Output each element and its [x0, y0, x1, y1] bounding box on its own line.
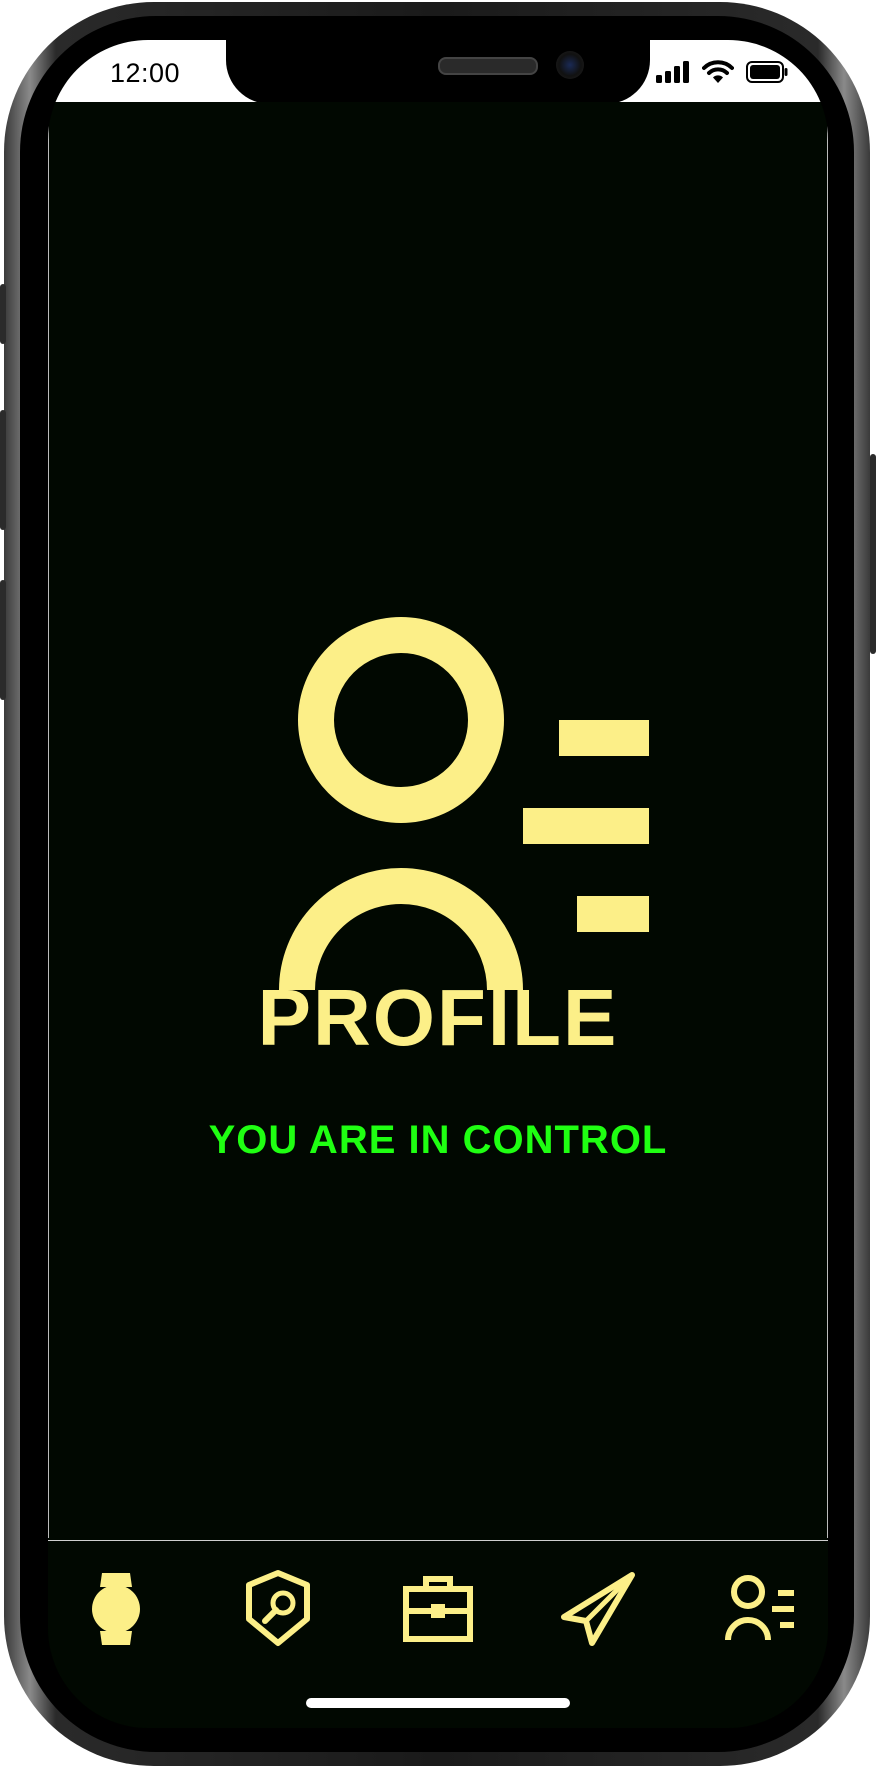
- paper-plane-icon: [561, 1572, 635, 1646]
- briefcase-icon: [403, 1576, 473, 1642]
- mute-switch: [0, 284, 6, 344]
- battery-icon: [746, 61, 788, 83]
- volume-down-button: [0, 580, 6, 700]
- volume-up-button: [0, 410, 6, 530]
- status-icons: [656, 60, 788, 84]
- notch: [226, 40, 650, 104]
- profile-list-icon: [279, 617, 649, 991]
- speaker-grille: [438, 57, 538, 75]
- tab-profile[interactable]: [720, 1569, 800, 1649]
- home-indicator[interactable]: [306, 1698, 570, 1708]
- phone-screen: 12:00 PROFILE YOU ARE IN CONTROL: [48, 40, 828, 1728]
- tab-shield-search[interactable]: [238, 1569, 318, 1649]
- front-camera: [556, 51, 584, 79]
- profile-list-icon: [725, 1575, 794, 1641]
- page-subtitle: YOU ARE IN CONTROL: [208, 1118, 668, 1162]
- tab-watch[interactable]: [76, 1569, 156, 1649]
- main-content: [48, 102, 828, 1538]
- status-time: 12:00: [110, 58, 181, 88]
- signal-icon: [656, 61, 689, 83]
- shield-search-icon: [246, 1570, 310, 1646]
- tab-send[interactable]: [558, 1569, 638, 1649]
- power-button: [870, 454, 876, 654]
- page-title: PROFILE: [257, 973, 619, 1062]
- watch-icon: [92, 1573, 140, 1645]
- wifi-icon: [702, 60, 734, 83]
- tab-briefcase[interactable]: [398, 1569, 478, 1649]
